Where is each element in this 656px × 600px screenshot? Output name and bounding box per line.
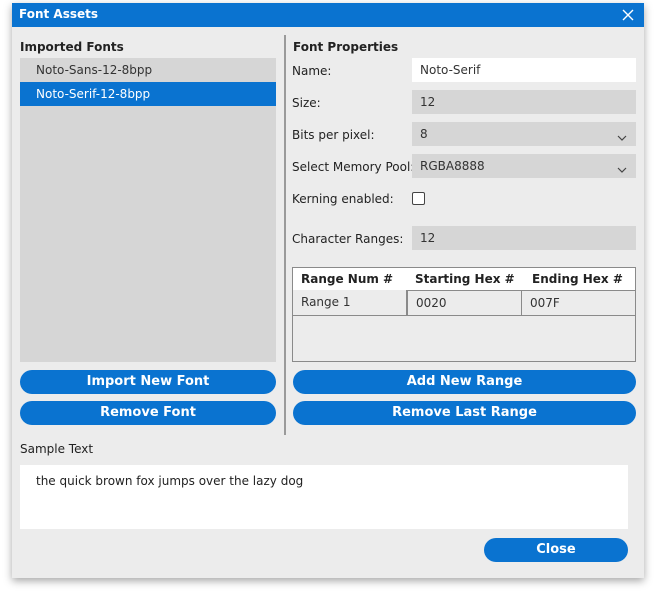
column-divider xyxy=(284,35,286,435)
character-range-table: Range Num # Starting Hex # Ending Hex # … xyxy=(292,267,636,362)
font-properties-title: Font Properties xyxy=(293,40,399,54)
table-row[interactable]: Range 1 0020 007F xyxy=(293,290,636,316)
imported-fonts-list[interactable]: Noto-Sans-12-8bpp Noto-Serif-12-8bpp xyxy=(20,58,276,362)
sample-text-content: the quick brown fox jumps over the lazy … xyxy=(36,474,304,488)
font-list-item-selected[interactable]: Noto-Serif-12-8bpp xyxy=(20,82,276,106)
range-end-input[interactable]: 007F xyxy=(521,290,636,316)
font-item-label: Noto-Sans-12-8bpp xyxy=(36,63,153,77)
character-ranges-value: 12 xyxy=(420,231,436,245)
bits-per-pixel-value: 8 xyxy=(420,127,428,141)
bits-per-pixel-select[interactable]: 8 xyxy=(412,122,636,146)
close-icon[interactable] xyxy=(619,6,637,24)
range-table-header: Range Num # Starting Hex # Ending Hex # xyxy=(293,268,635,290)
imported-fonts-title: Imported Fonts xyxy=(20,40,124,54)
sample-text-label: Sample Text xyxy=(20,442,94,456)
character-ranges-label: Character Ranges: xyxy=(292,232,404,246)
font-assets-dialog: Font Assets Imported Fonts Noto-Sans-12-… xyxy=(12,3,644,578)
size-field: 12 xyxy=(412,90,636,114)
title-bar: Font Assets xyxy=(12,3,644,27)
size-value: 12 xyxy=(420,95,436,109)
column-header-end-hex: Ending Hex # xyxy=(532,272,623,286)
range-start-input[interactable]: 0020 xyxy=(407,290,522,316)
kerning-checkbox[interactable] xyxy=(412,192,425,205)
memory-pool-value: RGBA8888 xyxy=(420,159,485,173)
remove-last-range-button[interactable]: Remove Last Range xyxy=(293,401,636,425)
sample-text-box[interactable]: the quick brown fox jumps over the lazy … xyxy=(20,465,628,529)
bits-per-pixel-label: Bits per pixel: xyxy=(292,128,375,142)
remove-font-button[interactable]: Remove Font xyxy=(20,401,276,425)
kerning-label: Kerning enabled: xyxy=(292,192,394,206)
import-new-font-button[interactable]: Import New Font xyxy=(20,370,276,394)
memory-pool-label: Select Memory Pool: xyxy=(292,160,415,174)
font-list-item[interactable]: Noto-Sans-12-8bpp xyxy=(20,58,276,82)
font-item-label: Noto-Serif-12-8bpp xyxy=(36,87,151,101)
size-label: Size: xyxy=(292,96,321,110)
name-label: Name: xyxy=(292,64,332,78)
character-ranges-field: 12 xyxy=(412,226,636,250)
name-input[interactable]: Noto-Serif xyxy=(412,58,636,82)
column-header-range-num: Range Num # xyxy=(301,272,394,286)
chevron-down-icon xyxy=(616,160,628,173)
chevron-down-icon xyxy=(616,128,628,141)
add-new-range-button[interactable]: Add New Range xyxy=(293,370,636,394)
range-name-cell: Range 1 xyxy=(293,290,407,316)
close-button[interactable]: Close xyxy=(484,538,628,562)
name-value: Noto-Serif xyxy=(420,63,481,77)
window-title: Font Assets xyxy=(19,7,99,21)
memory-pool-select[interactable]: RGBA8888 xyxy=(412,154,636,178)
column-header-start-hex: Starting Hex # xyxy=(415,272,515,286)
